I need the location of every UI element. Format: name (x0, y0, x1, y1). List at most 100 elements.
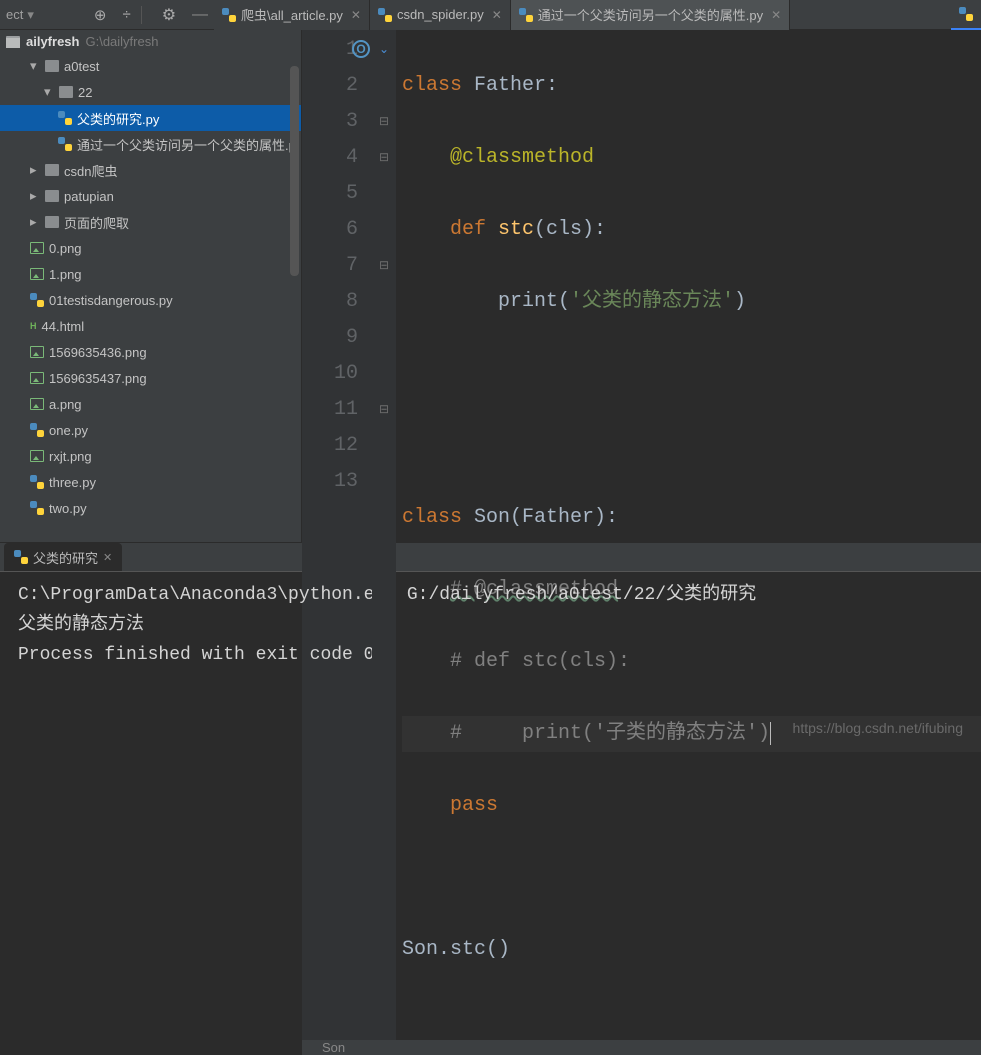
tab-all-article[interactable]: 爬虫\all_article.py ✕ (214, 0, 370, 30)
project-path: G:\dailyfresh (85, 34, 158, 49)
fold-icon[interactable]: ⊟ (372, 248, 396, 284)
folder-icon (6, 36, 20, 48)
image-icon (30, 346, 44, 358)
tree-item-patupian[interactable]: ▸ patupian (0, 183, 301, 209)
toolbar: ect ▾ ⊕ ÷ ⚙ — 爬虫\all_article.py ✕ csdn_s… (0, 0, 981, 30)
python-icon (519, 8, 533, 22)
tree-label: 1.png (49, 267, 82, 282)
minimize-icon[interactable]: — (192, 6, 208, 24)
image-icon (30, 268, 44, 280)
python-icon (30, 423, 44, 437)
editor: 1 2 3 4 5 6 7 8 9 10 11 12 13 ⌄ ⊟ ⊟ (302, 30, 981, 542)
tree-label: 父类的研究.py (77, 109, 159, 128)
console-tab-label: 父类的研究 (33, 548, 98, 567)
image-icon (30, 372, 44, 384)
tree-label: 22 (78, 85, 92, 100)
close-icon[interactable]: ✕ (492, 8, 502, 22)
tree-item-one[interactable]: one.py (0, 417, 301, 443)
python-icon (378, 8, 392, 22)
tree-item-page-crawl[interactable]: ▸ 页面的爬取 (0, 209, 301, 235)
folder-icon (45, 164, 59, 176)
tree-label: 0.png (49, 241, 82, 256)
python-icon (58, 137, 72, 151)
chevron-right-icon: ▸ (30, 162, 40, 178)
tab-label: 爬虫\all_article.py (241, 5, 343, 24)
code-content[interactable]: class Father: @classmethod def stc(cls):… (396, 30, 981, 1040)
python-icon (14, 550, 28, 564)
folder-icon (45, 190, 59, 202)
tree-item-0png[interactable]: 0.png (0, 235, 301, 261)
tab-label: csdn_spider.py (397, 7, 484, 22)
chevron-right-icon: ▸ (30, 188, 40, 204)
tree-label: patupian (64, 189, 114, 204)
tree-label: 页面的爬取 (64, 213, 129, 232)
tree-item-22[interactable]: ▾ 22 (0, 79, 301, 105)
tree-label: rxjt.png (49, 449, 92, 464)
tree-item-1569635437[interactable]: 1569635437.png (0, 365, 301, 391)
python-icon (30, 501, 44, 515)
hint-icon[interactable]: ⌄ (372, 32, 396, 68)
tab-overflow[interactable] (951, 0, 981, 30)
chevron-down-icon: ▾ (30, 58, 40, 74)
fold-end-icon[interactable]: ⊟ (372, 140, 396, 176)
collapse-icon[interactable]: ÷ (122, 6, 130, 24)
tree-item-csdn[interactable]: ▸ csdn爬虫 (0, 157, 301, 183)
tree-item-a0test[interactable]: ▾ a0test (0, 53, 301, 79)
line-numbers: 1 2 3 4 5 6 7 8 9 10 11 12 13 (302, 30, 372, 1040)
close-icon[interactable]: ✕ (771, 8, 781, 22)
chevron-down-icon[interactable]: ▾ (27, 7, 34, 23)
fold-icon[interactable]: ⊟ (372, 104, 396, 140)
project-root[interactable]: ailyfresh G:\dailyfresh (0, 30, 301, 53)
tree-label: 44.html (42, 319, 85, 334)
breadcrumb-item[interactable]: Son (322, 1040, 345, 1055)
gear-icon[interactable]: ⚙ (162, 5, 176, 25)
project-label: ect (6, 7, 23, 22)
tree-label: 1569635436.png (49, 345, 147, 360)
intention-bulb-icon[interactable]: O (352, 40, 370, 58)
tree-label: csdn爬虫 (64, 161, 117, 180)
console-tab[interactable]: 父类的研究 ✕ (4, 543, 122, 571)
image-icon (30, 398, 44, 410)
chevron-right-icon: ▸ (30, 214, 40, 230)
tree-label: a0test (64, 59, 99, 74)
python-icon (30, 475, 44, 489)
tree-item-1569635436[interactable]: 1569635436.png (0, 339, 301, 365)
html-icon: H (30, 321, 37, 331)
python-icon (30, 293, 44, 307)
python-icon (222, 8, 236, 22)
tree-label: a.png (49, 397, 82, 412)
image-icon (30, 242, 44, 254)
editor-tabs: 爬虫\all_article.py ✕ csdn_spider.py ✕ 通过一… (214, 0, 981, 30)
tree-item-access-attr[interactable]: 通过一个父类访问另一个父类的属性.p (0, 131, 301, 157)
tree-label: two.py (49, 501, 87, 516)
close-icon[interactable]: ✕ (351, 8, 361, 22)
scrollbar[interactable] (290, 66, 299, 276)
watermark: https://blog.csdn.net/ifubing (793, 720, 963, 736)
tree-item-father-research[interactable]: 父类的研究.py (0, 105, 301, 131)
tree-item-1png[interactable]: 1.png (0, 261, 301, 287)
tree-item-apng[interactable]: a.png (0, 391, 301, 417)
tree-item-44html[interactable]: H 44.html (0, 313, 301, 339)
tree-item-01test[interactable]: 01testisdangerous.py (0, 287, 301, 313)
chevron-down-icon: ▾ (44, 84, 54, 100)
tree-item-two[interactable]: two.py (0, 495, 301, 521)
fold-end-icon[interactable]: ⊟ (372, 392, 396, 428)
locate-icon[interactable]: ⊕ (94, 6, 107, 24)
tree-item-rxjt[interactable]: rxjt.png (0, 443, 301, 469)
tab-csdn-spider[interactable]: csdn_spider.py ✕ (370, 0, 511, 30)
tree-label: 01testisdangerous.py (49, 293, 173, 308)
python-icon (959, 7, 973, 21)
project-name: ailyfresh (26, 34, 79, 49)
tree-label: 通过一个父类访问另一个父类的属性.p (77, 135, 296, 154)
python-icon (58, 111, 72, 125)
tab-access-attr[interactable]: 通过一个父类访问另一个父类的属性.py ✕ (511, 0, 790, 30)
toolbar-icons: ⊕ ÷ (94, 6, 131, 24)
tab-label: 通过一个父类访问另一个父类的属性.py (538, 5, 763, 24)
tree-item-three[interactable]: three.py (0, 469, 301, 495)
close-icon[interactable]: ✕ (103, 551, 112, 564)
tree-label: three.py (49, 475, 96, 490)
tree-label: one.py (49, 423, 88, 438)
breadcrumb[interactable]: Son (302, 1040, 981, 1055)
project-tree: ailyfresh G:\dailyfresh ▾ a0test ▾ 22 父类… (0, 30, 302, 542)
image-icon (30, 450, 44, 462)
